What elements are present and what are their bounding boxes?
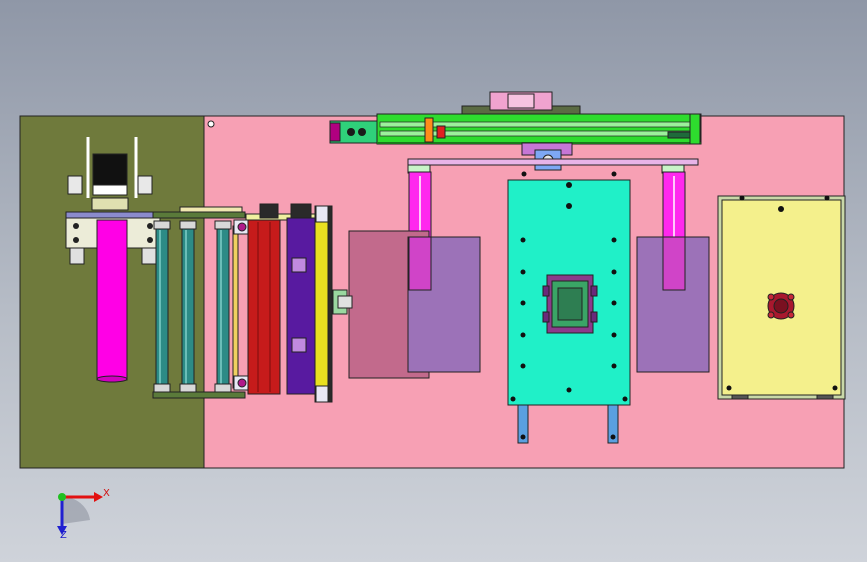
frame-rail-top xyxy=(152,211,246,219)
table-foot xyxy=(731,394,749,400)
table-bolt xyxy=(611,363,617,369)
bearing-icon xyxy=(237,378,247,388)
table-bolt xyxy=(520,269,526,275)
x-axis-arrow-head xyxy=(94,492,103,502)
table-bolt xyxy=(739,195,745,201)
purple-press-block[interactable] xyxy=(286,217,318,395)
table-bolt xyxy=(520,363,526,369)
mount-bolt xyxy=(73,237,79,243)
motor-bolt xyxy=(358,128,366,136)
side-plate-bar xyxy=(327,205,333,403)
mount-side-block xyxy=(69,247,85,265)
gantry-pink-block-inner xyxy=(507,93,535,109)
table-bolt xyxy=(824,195,830,201)
fixture-tab xyxy=(590,285,598,297)
purple-block-button xyxy=(291,257,307,273)
valve-lug xyxy=(767,293,775,301)
table-bolt xyxy=(611,237,617,243)
valve-lug xyxy=(767,311,775,319)
roller-cap xyxy=(214,220,232,230)
frame-rail-top-light xyxy=(179,206,243,213)
gantry-sensor xyxy=(667,131,691,139)
table-bolt xyxy=(778,206,784,212)
cylinder-collar xyxy=(91,197,129,211)
mount-side-block xyxy=(141,247,157,265)
table-bolt xyxy=(611,171,617,177)
roller[interactable] xyxy=(155,227,169,389)
bearing-icon xyxy=(237,222,247,232)
roller-cap xyxy=(153,220,171,230)
side-bracket xyxy=(315,205,329,223)
triad-origin xyxy=(58,493,66,501)
mount-bolt xyxy=(147,237,153,243)
thin-roller xyxy=(232,225,239,389)
table-bolt xyxy=(726,385,732,391)
purple-block-cap xyxy=(290,203,312,219)
right-work-table[interactable] xyxy=(717,195,846,400)
table-bolt xyxy=(566,387,572,393)
side-bracket xyxy=(315,385,329,403)
table-bolt xyxy=(832,385,838,391)
table-bolt xyxy=(611,269,617,275)
fixture-tab xyxy=(542,285,550,297)
gantry-clamp xyxy=(436,125,446,139)
roller[interactable] xyxy=(181,227,195,389)
roller-cap xyxy=(179,383,197,393)
cylinder-mount-band xyxy=(65,211,161,219)
leg-bolt xyxy=(610,434,616,440)
roller-cap xyxy=(214,383,232,393)
roller[interactable] xyxy=(216,227,230,389)
frame-rail-bottom xyxy=(152,391,246,399)
right-arm-overlap xyxy=(662,236,686,291)
table-bolt xyxy=(510,396,516,402)
red-block-cap xyxy=(259,203,279,219)
plate-bolt xyxy=(207,120,215,128)
table-bolt xyxy=(611,332,617,338)
table-foot xyxy=(816,394,834,400)
table-bolt xyxy=(520,300,526,306)
valve-lug xyxy=(787,311,795,319)
gantry-end-plate xyxy=(689,113,701,145)
roller-cap xyxy=(153,383,171,393)
z-axis-label: Z xyxy=(60,530,67,541)
triad-shadow xyxy=(62,496,90,524)
roller-cap xyxy=(179,220,197,230)
table-bolt xyxy=(566,182,572,188)
leg-bolt xyxy=(520,434,526,440)
x-axis-label: X xyxy=(103,488,110,499)
table-bolt xyxy=(520,332,526,338)
center-work-table[interactable] xyxy=(507,171,631,444)
fixture-tab xyxy=(542,311,550,323)
fixture-tab xyxy=(590,311,598,323)
gantry-clamp xyxy=(424,117,434,143)
mount-bolt xyxy=(73,223,79,229)
table-bolt xyxy=(611,300,617,306)
table-bolt xyxy=(622,396,628,402)
valve-ring xyxy=(773,298,789,314)
cylinder-cap-band xyxy=(92,184,128,196)
guide-block xyxy=(137,175,153,195)
table-bolt xyxy=(566,203,572,209)
coordinate-triad xyxy=(57,492,103,535)
fixture-core xyxy=(557,287,583,321)
valve-lug xyxy=(787,293,795,301)
gantry-motor-flange xyxy=(329,122,341,142)
side-clamp-block xyxy=(337,295,353,309)
cylinder-end xyxy=(96,375,128,383)
table-bolt xyxy=(521,171,527,177)
cross-bar[interactable] xyxy=(407,158,699,166)
purple-block-button xyxy=(291,337,307,353)
left-arm-overlap xyxy=(408,236,432,291)
guide-block xyxy=(67,175,83,195)
mount-bolt xyxy=(147,223,153,229)
motor-bolt xyxy=(347,128,355,136)
red-press-block[interactable] xyxy=(247,219,281,395)
pneumatic-cylinder[interactable] xyxy=(96,219,128,381)
table-bolt xyxy=(520,237,526,243)
cad-graphics-area[interactable] xyxy=(0,0,867,562)
